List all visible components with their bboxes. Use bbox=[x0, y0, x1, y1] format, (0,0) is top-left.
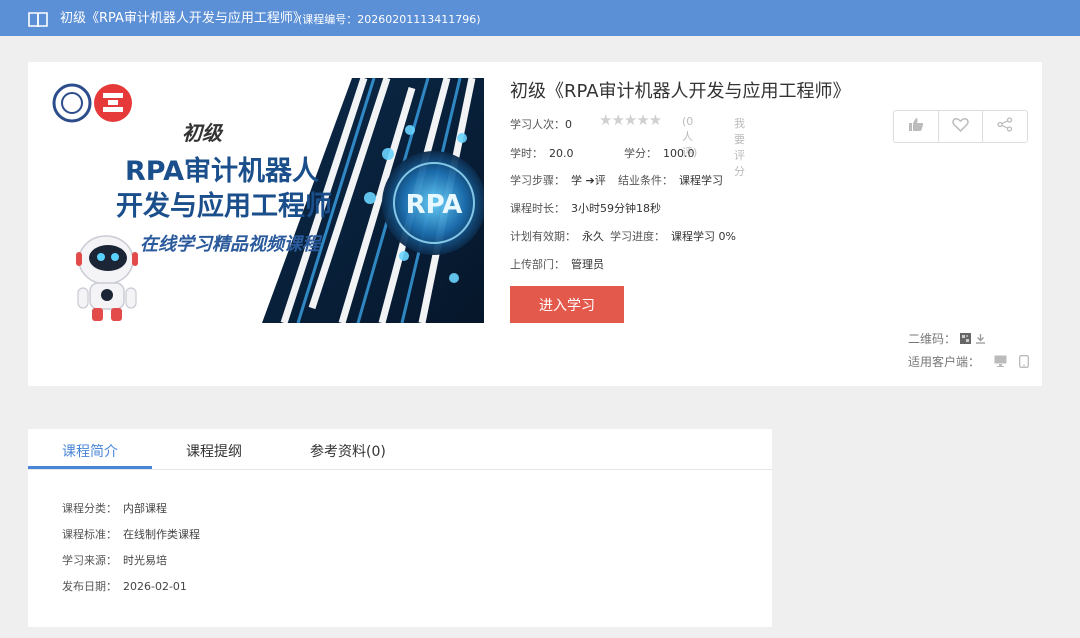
mobile-icon bbox=[1018, 354, 1029, 371]
steps-label: 学习步骤： bbox=[510, 174, 565, 187]
validity-value: 永久 bbox=[582, 230, 604, 243]
tab-course-intro[interactable]: 课程简介 bbox=[62, 441, 118, 461]
progress-value: 课程学习 0% bbox=[671, 230, 736, 243]
course-title: 初级《RPA审计机器人开发与应用工程师》 bbox=[510, 81, 851, 102]
learners-row: 学习人次：0 bbox=[510, 116, 572, 132]
hours-row: 学时： 20.0 bbox=[510, 145, 574, 161]
course-code: (课程编号：20260201113411796) bbox=[298, 13, 481, 26]
validity-row: 计划有效期： 永久 bbox=[510, 228, 604, 244]
school-logo bbox=[52, 83, 92, 123]
completion-label: 结业条件： bbox=[618, 174, 673, 187]
tab-course-outline[interactable]: 课程提纲 bbox=[186, 441, 242, 461]
credits-value: 100.0 bbox=[663, 147, 695, 160]
source-value: 时光易培 bbox=[123, 554, 167, 567]
progress-label: 学习进度： bbox=[610, 230, 665, 243]
share-button[interactable] bbox=[983, 111, 1027, 142]
completion-value: 课程学习 bbox=[679, 174, 723, 187]
category-label: 课程分类： bbox=[62, 502, 117, 515]
steps-value: 学 ➔评 bbox=[571, 174, 606, 187]
download-icon[interactable] bbox=[975, 333, 986, 347]
page-title: 初级《RPA审计机器人开发与应用工程师》 bbox=[60, 11, 306, 26]
top-bar: 初级《RPA审计机器人开发与应用工程师》 (课程编号：2026020111341… bbox=[0, 0, 1080, 36]
share-icon bbox=[997, 117, 1013, 136]
source-label: 学习来源： bbox=[62, 554, 117, 567]
duration-label: 课程时长： bbox=[510, 202, 565, 215]
steps-row: 学习步骤： 学 ➔评 bbox=[510, 172, 606, 188]
category-value: 内部课程 bbox=[123, 502, 167, 515]
client-label: 适用客户端： bbox=[908, 355, 981, 369]
tab-bar: 课程简介 课程提纲 参考资料(0) bbox=[28, 429, 772, 470]
enter-study-button[interactable]: 进入学习 bbox=[510, 286, 624, 323]
cover-title-line2: 开发与应用工程师 bbox=[116, 190, 332, 222]
qr-row: 二维码： bbox=[908, 330, 986, 347]
completion-row: 结业条件： 课程学习 bbox=[618, 172, 723, 188]
date-row: 发布日期： 2026-02-01 bbox=[62, 578, 187, 594]
rating-stars[interactable]: ★★★★★ bbox=[599, 111, 662, 129]
learners-label: 学习人次： bbox=[510, 118, 565, 131]
like-button[interactable] bbox=[894, 111, 939, 142]
standard-value: 在线制作类课程 bbox=[123, 528, 200, 541]
rate-link[interactable]: 我要评分 bbox=[734, 115, 745, 179]
favorite-button[interactable] bbox=[939, 111, 984, 142]
credits-label: 学分： bbox=[624, 147, 657, 160]
hours-label: 学时： bbox=[510, 147, 543, 160]
thumbs-up-icon bbox=[908, 117, 924, 136]
category-row: 课程分类： 内部课程 bbox=[62, 500, 167, 516]
course-detail-tabs: 课程简介 课程提纲 参考资料(0) 课程分类： 内部课程 课程标准： 在线制作类课程… bbox=[28, 429, 772, 627]
qr-code-icon[interactable] bbox=[959, 332, 971, 347]
standard-label: 课程标准： bbox=[62, 528, 117, 541]
standard-row: 课程标准： 在线制作类课程 bbox=[62, 526, 200, 542]
desktop-icon bbox=[994, 355, 1007, 370]
dept-value: 管理员 bbox=[571, 258, 604, 271]
source-row: 学习来源： 时光易培 bbox=[62, 552, 167, 568]
course-cover-image[interactable]: RPA 初级 RPA审计机器人 开发与应用工程师 在线学习精品视频课程 bbox=[52, 78, 484, 323]
progress-row: 学习进度： 课程学习 0% bbox=[610, 228, 736, 244]
rpa-badge: RPA bbox=[406, 190, 463, 220]
duration-value: 3小时59分钟18秒 bbox=[571, 202, 661, 215]
heart-icon bbox=[952, 117, 969, 136]
date-value: 2026-02-01 bbox=[123, 580, 187, 593]
cover-subtitle: 在线学习精品视频课程 bbox=[140, 234, 323, 255]
book-icon bbox=[28, 11, 48, 28]
qr-label: 二维码： bbox=[908, 332, 957, 346]
tab-references[interactable]: 参考资料(0) bbox=[310, 441, 386, 461]
learners-value: 0 bbox=[565, 118, 572, 131]
duration-row: 课程时长： 3小时59分钟18秒 bbox=[510, 200, 661, 216]
cover-level-text: 初级 bbox=[182, 121, 224, 145]
dept-row: 上传部门： 管理员 bbox=[510, 256, 604, 272]
dept-label: 上传部门： bbox=[510, 258, 565, 271]
active-tab-indicator bbox=[28, 466, 152, 469]
hours-value: 20.0 bbox=[549, 147, 574, 160]
client-row: 适用客户端： bbox=[908, 353, 1029, 371]
brand-logo bbox=[94, 84, 132, 122]
action-group bbox=[893, 110, 1028, 143]
credits-row: 学分： 100.0 bbox=[624, 145, 695, 161]
date-label: 发布日期： bbox=[62, 580, 117, 593]
validity-label: 计划有效期： bbox=[510, 230, 576, 243]
cover-title-line1: RPA审计机器人 bbox=[125, 155, 319, 187]
course-card: RPA 初级 RPA审计机器人 开发与应用工程师 在线学习精品视频课程 初级《R… bbox=[28, 62, 1042, 386]
